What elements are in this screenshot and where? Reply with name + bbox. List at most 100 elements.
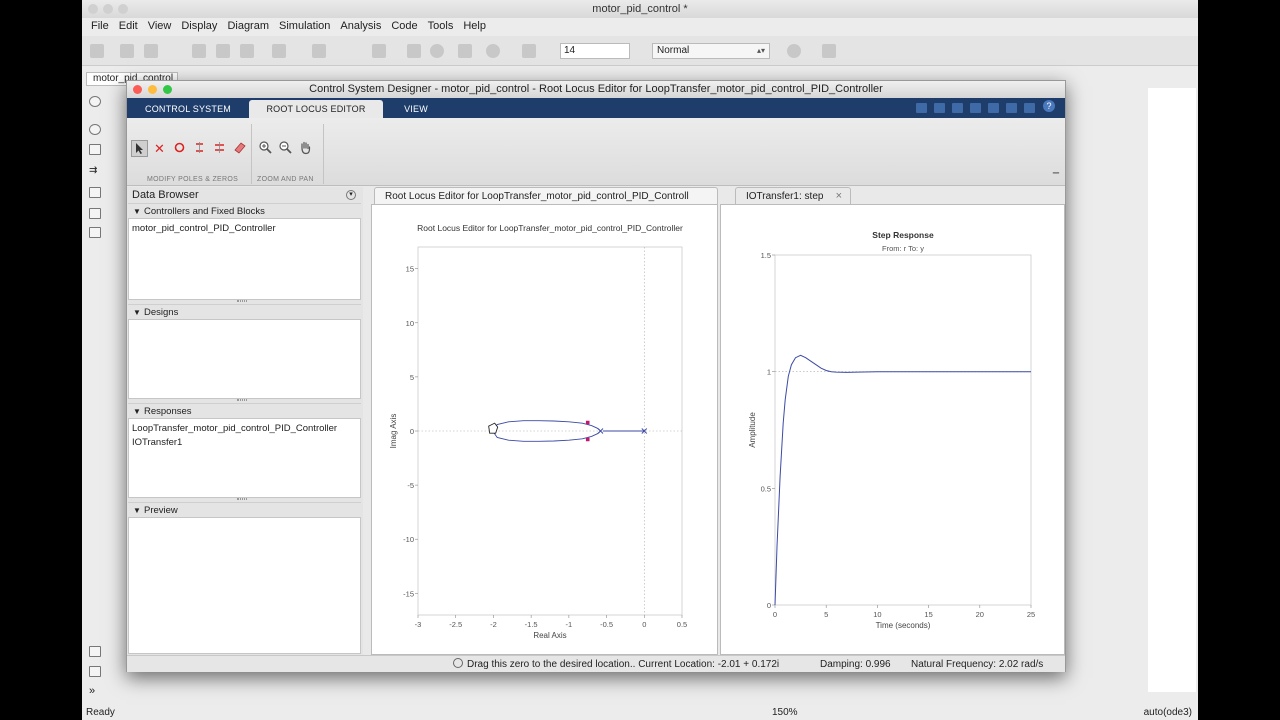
data-inspector-icon[interactable]: [522, 44, 536, 58]
simulation-mode-select[interactable]: Normal ▴▾: [652, 43, 770, 59]
menu-file[interactable]: File: [86, 18, 114, 34]
section-preview[interactable]: ▼ Preview: [128, 502, 361, 517]
check-icon[interactable]: [787, 44, 801, 58]
stop-icon[interactable]: [486, 44, 500, 58]
triangle-down-icon: ▼: [133, 308, 141, 317]
menu-view[interactable]: View: [143, 18, 177, 34]
list-item[interactable]: motor_pid_control_PID_Controller: [132, 222, 357, 236]
tab-iotransfer-step[interactable]: IOTransfer1: step ×: [735, 187, 851, 204]
tab-view[interactable]: VIEW: [389, 100, 443, 118]
menu-help[interactable]: Help: [458, 18, 491, 34]
area-icon[interactable]: [89, 227, 101, 238]
run-icon[interactable]: [430, 44, 444, 58]
arrow-icon[interactable]: ⇉: [89, 166, 101, 177]
stop-time-input[interactable]: 14: [560, 43, 630, 59]
splitter-handle[interactable]: [237, 300, 247, 302]
hide-icon[interactable]: [89, 96, 101, 107]
new-model-icon[interactable]: [90, 44, 104, 58]
x-tick-label: 15: [924, 610, 932, 619]
options-icon[interactable]: ▾: [346, 190, 356, 200]
add-complex-pole-icon[interactable]: [191, 140, 208, 157]
print-icon[interactable]: [1024, 103, 1035, 113]
x-tick-label: -3: [415, 620, 422, 629]
pan-hand-icon[interactable]: [297, 140, 314, 157]
eraser-icon[interactable]: [231, 140, 248, 157]
menu-diagram[interactable]: Diagram: [222, 18, 274, 34]
library-icon[interactable]: [312, 44, 326, 58]
list-item[interactable]: IOTransfer1: [132, 436, 357, 450]
menu-display[interactable]: Display: [176, 18, 222, 34]
menu-simulation[interactable]: Simulation: [274, 18, 335, 34]
minimize-icon[interactable]: [148, 85, 157, 94]
save-session-icon[interactable]: [916, 103, 927, 113]
section-modify-poles-zeros: MODIFY POLES & ZEROS: [147, 176, 239, 183]
save-icon[interactable]: [144, 44, 158, 58]
redo-icon[interactable]: [1006, 103, 1017, 113]
preview-pane: [128, 517, 361, 654]
close-icon[interactable]: [88, 4, 98, 14]
section-responses[interactable]: ▼ Responses: [128, 403, 361, 418]
tab-root-locus-editor[interactable]: ROOT LOCUS EDITOR: [249, 100, 383, 118]
step-response-plot[interactable]: Step Response From: r To: y 0 5 10 15 20 25 0 0.5…: [721, 205, 1064, 654]
help-icon[interactable]: ?: [1043, 100, 1055, 112]
paste-icon[interactable]: [970, 103, 981, 113]
csd-title-bar: Control System Designer - motor_pid_cont…: [127, 81, 1065, 98]
root-locus-panel[interactable]: Root Locus Editor for LoopTransfer_motor…: [371, 204, 718, 655]
annotation-icon[interactable]: [89, 187, 101, 198]
root-locus-title: Root Locus Editor for LoopTransfer_motor…: [417, 223, 683, 233]
csd-title: Control System Designer - motor_pid_cont…: [309, 83, 883, 95]
sim-status-state: Ready: [86, 707, 115, 718]
pointer-icon[interactable]: [131, 140, 148, 157]
step-icon[interactable]: [407, 44, 421, 58]
close-tab-icon[interactable]: ×: [836, 188, 842, 204]
data-browser-title: Data Browser: [132, 189, 199, 201]
add-zero-icon[interactable]: [171, 140, 188, 157]
image-icon[interactable]: [89, 208, 101, 219]
expand-icon[interactable]: »: [89, 686, 101, 697]
undo-icon[interactable]: [988, 103, 999, 113]
desktop: motor_pid_control * File Edit View Display D…: [0, 0, 1280, 720]
zoom-icon[interactable]: [118, 4, 128, 14]
zoom-in-icon[interactable]: [257, 140, 274, 157]
menu-analysis[interactable]: Analysis: [335, 18, 386, 34]
section-designs[interactable]: ▼ Designs: [128, 304, 361, 319]
tab-root-locus-editor-doc[interactable]: Root Locus Editor for LoopTransfer_motor…: [374, 187, 718, 204]
grid-icon[interactable]: [822, 44, 836, 58]
root-locus-plot[interactable]: Root Locus Editor for LoopTransfer_motor…: [372, 205, 717, 654]
menu-code[interactable]: Code: [386, 18, 422, 34]
settings-icon[interactable]: [272, 44, 286, 58]
add-pole-icon[interactable]: ✕: [151, 140, 168, 157]
explorer-icon[interactable]: [89, 666, 101, 677]
open-icon[interactable]: [120, 44, 134, 58]
model-canvas[interactable]: [1148, 88, 1196, 692]
list-item[interactable]: LoopTransfer_motor_pid_control_PID_Contr…: [132, 422, 357, 436]
zoom-in-icon[interactable]: [89, 124, 101, 135]
splitter-handle[interactable]: [237, 399, 247, 401]
fit-view-icon[interactable]: [89, 144, 101, 155]
minimize-icon[interactable]: [103, 4, 113, 14]
cut-icon[interactable]: [934, 103, 945, 113]
menu-tools[interactable]: Tools: [423, 18, 459, 34]
step-back-icon[interactable]: [372, 44, 386, 58]
collapse-ribbon-icon[interactable]: ▔: [1053, 173, 1059, 182]
section-controllers[interactable]: ▼ Controllers and Fixed Blocks: [128, 203, 361, 218]
y-tick-label: 10: [406, 319, 414, 328]
back-icon[interactable]: [192, 44, 206, 58]
simulink-toolbar: 14 Normal ▴▾: [82, 36, 1198, 66]
zoom-icon[interactable]: [163, 85, 172, 94]
up-icon[interactable]: [240, 44, 254, 58]
forward-icon[interactable]: [216, 44, 230, 58]
step-response-panel[interactable]: Step Response From: r To: y 0 5 10 15 20 25 0 0.5…: [720, 204, 1065, 655]
step-forward-icon[interactable]: [458, 44, 472, 58]
copy-icon[interactable]: [952, 103, 963, 113]
model-browser-icon[interactable]: [89, 646, 101, 657]
tab-control-system[interactable]: CONTROL SYSTEM: [133, 100, 243, 118]
menu-edit[interactable]: Edit: [114, 18, 143, 34]
x-tick-label: 20: [976, 610, 984, 619]
zoom-out-icon[interactable]: [277, 140, 294, 157]
sim-status-solver[interactable]: auto(ode3): [1144, 706, 1192, 720]
ribbon-separator: [251, 124, 252, 184]
add-complex-zero-icon[interactable]: [211, 140, 228, 157]
close-icon[interactable]: [133, 85, 142, 94]
splitter-handle[interactable]: [237, 498, 247, 500]
